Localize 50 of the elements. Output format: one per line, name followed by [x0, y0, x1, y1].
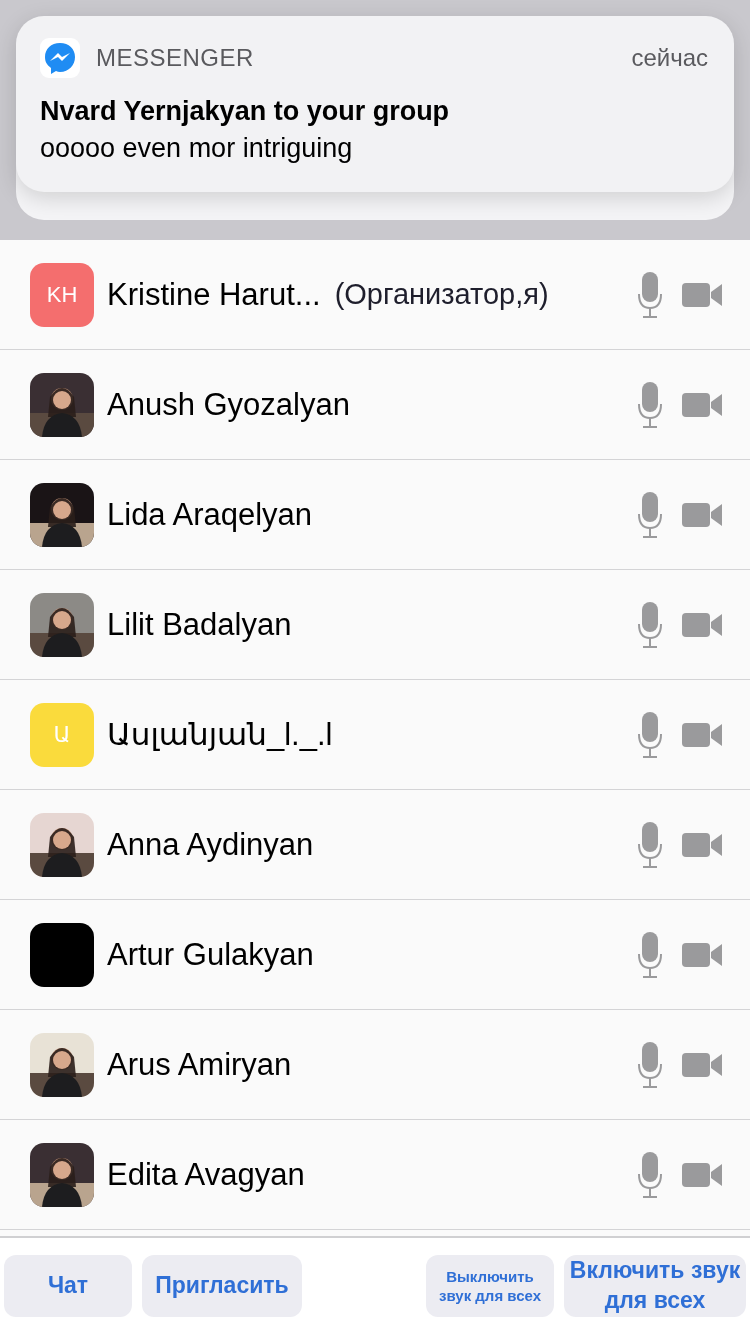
participant-row[interactable]: Arus Amiryan — [0, 1010, 750, 1120]
video-camera-icon[interactable] — [682, 612, 722, 637]
microphone-icon[interactable] — [638, 271, 662, 318]
microphone-icon[interactable] — [638, 931, 662, 978]
participant-name: Lida Araqelyan — [107, 496, 313, 533]
participant-row[interactable]: Anush Gyozalyan — [0, 350, 750, 460]
video-camera-icon[interactable] — [682, 1162, 722, 1187]
messenger-icon — [40, 38, 80, 78]
video-camera-icon[interactable] — [682, 942, 722, 967]
participant-name: Arus Amiryan — [107, 1046, 292, 1083]
participant-row[interactable]: Artur Gulakyan — [0, 900, 750, 1010]
notification-title: Nvard Yernjakyan to your group — [40, 96, 451, 127]
avatar: Ա — [30, 702, 94, 767]
toolbar-button[interactable]: Выключить звук для всех — [426, 1255, 554, 1317]
participant-row[interactable]: Lilit Badalyan — [0, 570, 750, 680]
video-camera-icon[interactable] — [682, 832, 722, 857]
participant-name: Edita Avagyan — [107, 1156, 305, 1193]
microphone-icon[interactable] — [638, 491, 662, 538]
participant-row[interactable]: KH Kristine Harut... (Организатор,я) — [0, 240, 750, 350]
microphone-icon[interactable] — [638, 821, 662, 868]
avatar: KH — [30, 262, 94, 327]
microphone-icon[interactable] — [638, 711, 662, 758]
participant-name: Anna Aydinyan — [107, 826, 314, 863]
participant-row[interactable]: Anna Aydinyan — [0, 790, 750, 900]
microphone-icon[interactable] — [638, 601, 662, 648]
participant-row[interactable]: Edita Avagyan — [0, 1120, 750, 1230]
participant-name: Anush Gyozalyan — [107, 386, 350, 423]
participant-name: Kristine Harut... — [107, 276, 321, 313]
participant-name: Lilit Badalyan — [107, 606, 292, 643]
toolbar-button[interactable]: Чат — [4, 1255, 132, 1317]
video-camera-icon[interactable] — [682, 502, 722, 527]
avatar — [30, 922, 94, 987]
video-camera-icon[interactable] — [682, 282, 722, 307]
participant-row[interactable]: Ա Ասլանյան_l._.l — [0, 680, 750, 790]
microphone-icon[interactable] — [638, 1151, 662, 1198]
video-camera-icon[interactable] — [682, 722, 722, 747]
toolbar-button[interactable]: Пригласить — [142, 1255, 302, 1317]
participant-role: (Организатор,я) — [334, 278, 549, 311]
microphone-icon[interactable] — [638, 1041, 662, 1088]
video-camera-icon[interactable] — [682, 1052, 722, 1077]
notification-banner[interactable]: MESSENGER сейчас Nvard Yernjakyan to your group ooooo even mor intriguing — [16, 16, 734, 192]
toolbar-button[interactable]: Включить звук для всех — [564, 1255, 746, 1317]
microphone-icon[interactable] — [638, 381, 662, 428]
app-name: MESSENGER — [96, 44, 255, 72]
notification-time: сейчас — [631, 44, 708, 72]
video-camera-icon[interactable] — [682, 392, 722, 417]
notification-message: ooooo even mor intriguing — [40, 133, 354, 164]
participant-row[interactable]: Lida Araqelyan — [0, 460, 750, 570]
participant-name: Ասլանյան_l._.l — [107, 716, 333, 753]
participant-name: Artur Gulakyan — [107, 936, 314, 973]
